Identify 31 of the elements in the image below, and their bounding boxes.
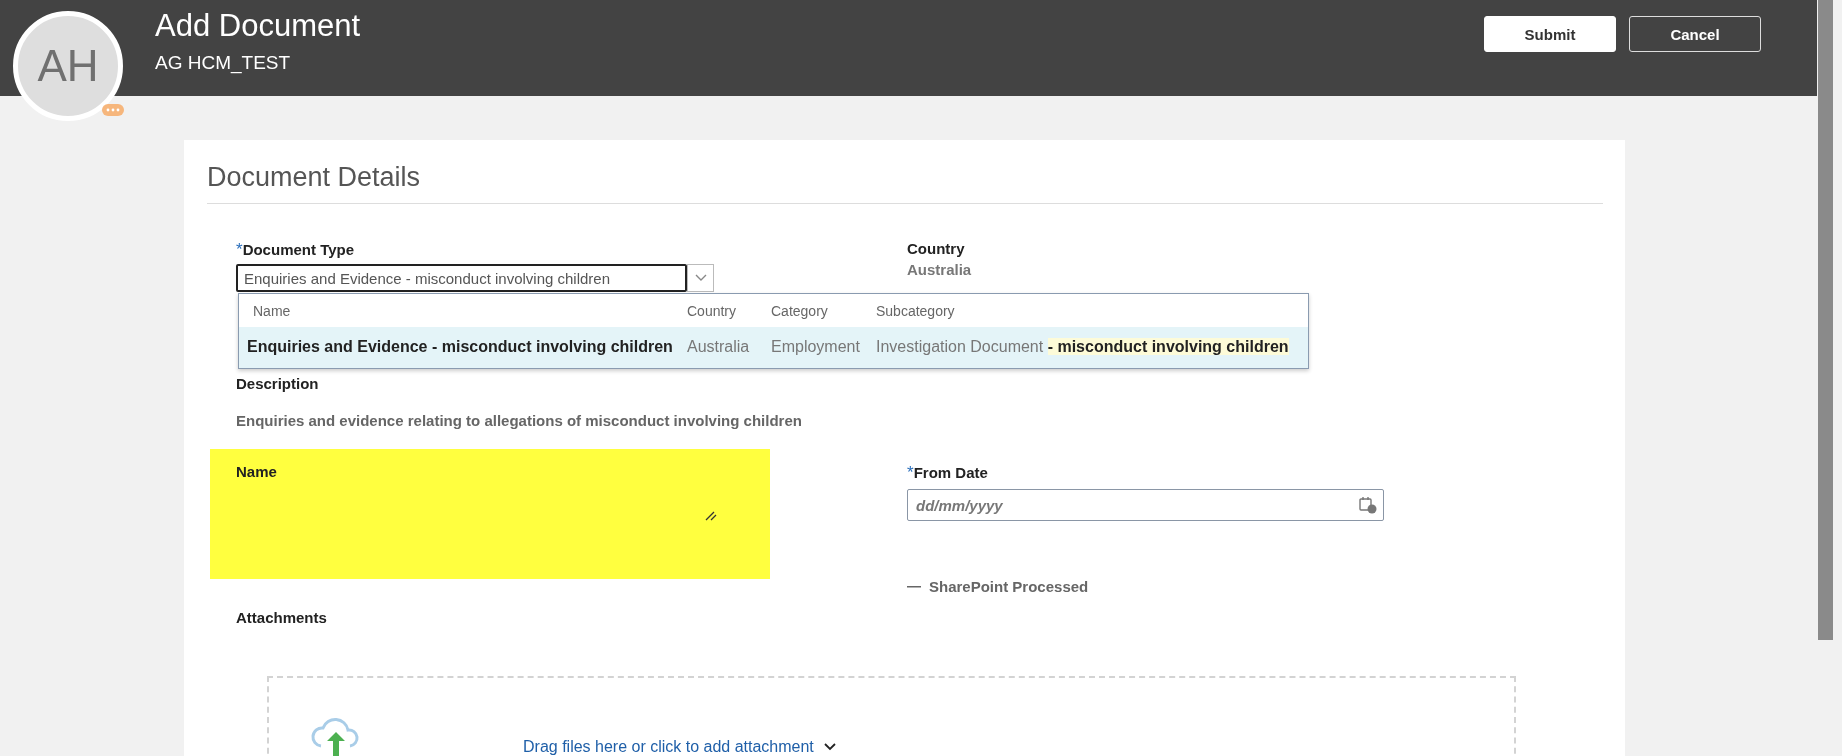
- from-date-field[interactable]: dd/mm/yyyy: [907, 489, 1384, 521]
- document-type-input[interactable]: Enquiries and Evidence - misconduct involving children: [236, 264, 687, 292]
- dropdown-option-cell[interactable]: Employment: [763, 327, 868, 368]
- name-field[interactable]: Name: [210, 449, 770, 579]
- section-title: Document Details: [207, 162, 1603, 204]
- add-attachment-link[interactable]: Drag files here or click to add attachment: [523, 738, 836, 756]
- cancel-button[interactable]: Cancel: [1629, 16, 1761, 52]
- dropdown-option-cell[interactable]: Australia: [679, 327, 763, 368]
- dropdown-option-cell[interactable]: Investigation Document - misconduct involving children: [868, 327, 1308, 368]
- drop-zone[interactable]: Drag files here or click to add attachment: [267, 676, 1516, 756]
- description-text: Enquiries and evidence relating to allegations of misconduct involving children: [236, 412, 803, 429]
- page-title: Add Document: [155, 8, 362, 44]
- field-label: Attachments: [236, 609, 327, 626]
- checkbox-label: SharePoint Processed: [929, 578, 1089, 595]
- column-header: Country: [686, 302, 738, 321]
- chevron-down-icon: [823, 743, 836, 751]
- dropdown-option-cell[interactable]: Enquiries and Evidence - misconduct involving children: [239, 327, 679, 368]
- field-label: *From Date: [907, 463, 989, 483]
- chevron-down-icon: [694, 274, 707, 282]
- column-header: Category: [770, 302, 829, 321]
- field-label: *Document Type: [236, 240, 356, 260]
- column-header: Name: [252, 302, 292, 321]
- field-label: Name: [236, 463, 278, 480]
- field-label: Country: [907, 240, 966, 257]
- field-label: Description: [236, 375, 320, 392]
- country-value: Australia: [907, 261, 973, 278]
- page-subtitle: AG HCM_TEST: [155, 52, 292, 74]
- resize-grip-icon[interactable]: [705, 511, 717, 521]
- submit-button[interactable]: Submit: [1484, 16, 1616, 52]
- column-header: Subcategory: [875, 302, 956, 321]
- calendar-icon[interactable]: [1359, 496, 1377, 514]
